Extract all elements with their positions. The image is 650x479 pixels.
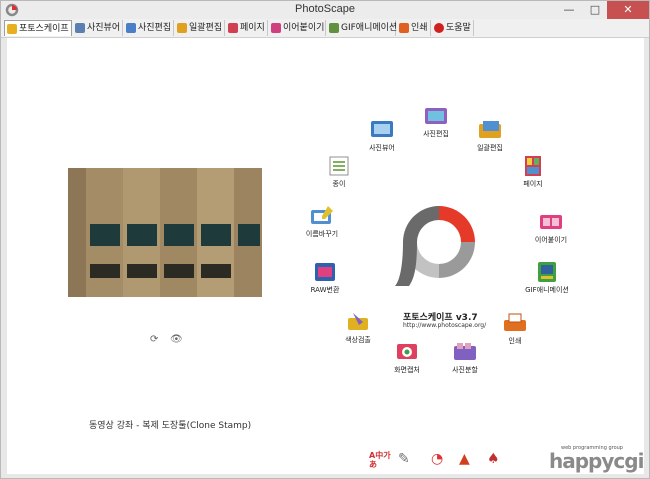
- menu-label: 사진분할: [452, 366, 478, 374]
- menu-label: 종이: [332, 180, 346, 188]
- menu-label: 색상검출: [345, 336, 371, 344]
- tab-label: 사진편집: [138, 23, 172, 33]
- tab-bar: 포토스케이프 사진뷰어 사진편집 일괄편집 페이지 이어붙이기 GIF애니메이션: [1, 19, 649, 38]
- tab-label: 포토스케이프: [19, 24, 69, 34]
- tab-gif[interactable]: GIF애니메이션: [327, 20, 398, 36]
- menu-label: 화면캡처: [394, 366, 420, 374]
- menu-label: 일괄편집: [477, 144, 503, 152]
- viewer-icon: [368, 118, 396, 142]
- gif-icon: [533, 260, 561, 284]
- tab-editor[interactable]: 사진편집: [124, 20, 174, 36]
- gif-icon: [329, 23, 339, 33]
- help-icon: [434, 23, 444, 33]
- happycgi-watermark: web programming group happycgi: [549, 445, 644, 473]
- sample-photo-books[interactable]: [68, 168, 262, 297]
- home-panel: ⟳ 👁 동영상 강좌 - 복제 도장툴(Clone Stamp) 포토스케이프 …: [7, 38, 644, 474]
- photoscape-window: PhotoScape — □ ✕ 포토스케이프 사진뷰어 사진편집 일괄편집 페…: [0, 0, 650, 479]
- brand-logo: happycgi: [549, 449, 644, 473]
- minimize-button[interactable]: —: [556, 1, 582, 19]
- menu-viewer[interactable]: 사진뷰어: [354, 118, 410, 153]
- eye-icon[interactable]: 👁: [170, 334, 183, 345]
- tab-batch[interactable]: 일괄편집: [175, 20, 225, 36]
- homepage-link[interactable]: http://www.photoscape.org/: [403, 322, 486, 329]
- tab-label: 이어붙이기: [283, 23, 325, 33]
- tab-label: GIF애니메이션: [341, 23, 398, 33]
- print-icon: [501, 311, 529, 335]
- viewer-icon: [75, 23, 85, 33]
- raw-converter-icon: [311, 260, 339, 284]
- editor-icon: [422, 104, 450, 128]
- window-title: PhotoScape: [295, 3, 355, 15]
- tab-label: 사진뷰어: [87, 23, 121, 33]
- tab-label: 일괄편집: [189, 23, 223, 33]
- tab-label: 페이지: [240, 23, 265, 33]
- splitter-icon: [451, 340, 479, 364]
- page-icon: [519, 154, 547, 178]
- rename-icon: [308, 204, 336, 228]
- tab-print[interactable]: 인쇄: [397, 20, 431, 36]
- menu-paper-print[interactable]: 종이: [311, 154, 367, 189]
- effects-icon[interactable]: ▲: [459, 451, 470, 467]
- menu-color-picker[interactable]: 색상검출: [330, 310, 386, 345]
- title-bar[interactable]: PhotoScape — □ ✕: [1, 1, 649, 19]
- combine-icon: [271, 23, 281, 33]
- menu-page[interactable]: 페이지: [505, 154, 561, 189]
- menu-splitter[interactable]: 사진분할: [437, 340, 493, 375]
- editor-icon: [126, 23, 136, 33]
- menu-rename[interactable]: 이름바꾸기: [294, 204, 350, 239]
- menu-label: 페이지: [523, 180, 543, 188]
- menu-screen-capture[interactable]: 화면캡처: [379, 340, 435, 375]
- screen-capture-icon: [393, 340, 421, 364]
- maximize-button[interactable]: □: [582, 1, 608, 19]
- print-icon: [399, 23, 409, 33]
- tab-label: 도움말: [446, 23, 471, 33]
- photoscape-home-icon: [7, 24, 17, 34]
- video-tutorial-link[interactable]: 동영상 강좌 - 복제 도장툴(Clone Stamp): [89, 418, 251, 431]
- fireworks-icon[interactable]: ♠: [487, 451, 500, 467]
- menu-label: 이어붙이기: [534, 236, 568, 244]
- batch-icon: [476, 118, 504, 142]
- refresh-icon[interactable]: ⟳: [150, 334, 158, 345]
- photoscape-logo-icon[interactable]: ◔: [431, 451, 443, 467]
- menu-label: 이름바꾸기: [305, 230, 339, 238]
- menu-label: 인쇄: [508, 337, 522, 345]
- paper-print-icon: [325, 154, 353, 178]
- menu-label: RAW변환: [310, 286, 340, 294]
- menu-label: 사진뷰어: [369, 144, 395, 152]
- close-button[interactable]: ✕: [607, 1, 649, 19]
- combine-icon: [537, 210, 565, 234]
- menu-gif-animation[interactable]: GIF애니메이션: [519, 260, 575, 295]
- tab-page[interactable]: 페이지: [226, 20, 268, 36]
- menu-label: GIF애니메이션: [525, 286, 569, 294]
- tab-combine[interactable]: 이어붙이기: [269, 20, 326, 36]
- menu-combine[interactable]: 이어붙이기: [523, 210, 579, 245]
- menu-print[interactable]: 인쇄: [487, 311, 543, 346]
- tab-viewer[interactable]: 사진뷰어: [73, 20, 123, 36]
- tab-home[interactable]: 포토스케이프: [4, 20, 72, 36]
- menu-batch[interactable]: 일괄편집: [462, 118, 518, 153]
- color-picker-icon: [344, 310, 372, 334]
- photoscape-logo-icon: [395, 206, 475, 286]
- menu-label: 사진편집: [423, 130, 449, 138]
- tools-icon[interactable]: ✎: [398, 451, 410, 467]
- page-icon: [228, 23, 238, 33]
- menu-editor[interactable]: 사진편집: [408, 104, 464, 139]
- menu-raw-converter[interactable]: RAW변환: [297, 260, 353, 295]
- tab-label: 인쇄: [411, 23, 428, 33]
- batch-icon: [177, 23, 187, 33]
- tab-help[interactable]: 도움말: [432, 20, 474, 36]
- language-icon[interactable]: A中가あ: [369, 451, 391, 469]
